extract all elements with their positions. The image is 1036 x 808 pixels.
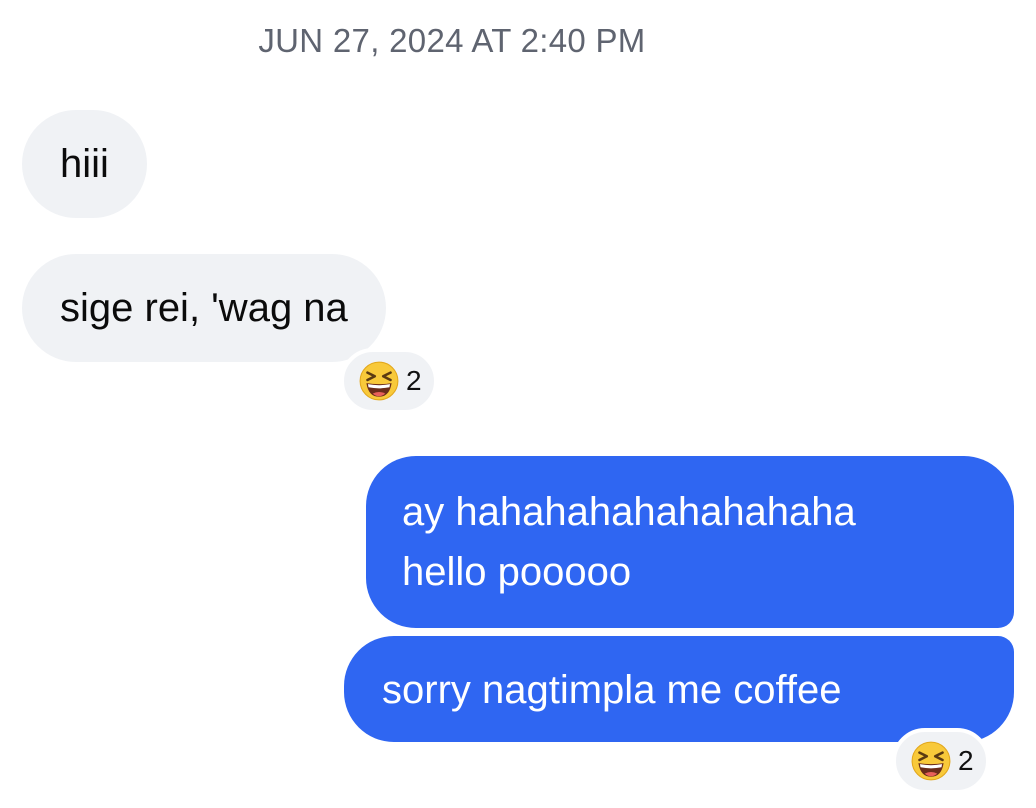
- message-bubble-incoming[interactable]: hiii: [22, 110, 147, 218]
- message-timestamp: JUN 27, 2024 AT 2:40 PM: [258, 22, 646, 59]
- message-bubble-outgoing[interactable]: sorry nagtimpla me coffee: [344, 636, 1014, 742]
- message-bubble-incoming[interactable]: sige rei, 'wag na: [22, 254, 386, 362]
- reaction-badge[interactable]: 2: [340, 348, 438, 414]
- message-bubble-outgoing[interactable]: ay hahahahahahahahaha hello pooooo: [366, 456, 1014, 628]
- message-text: sige rei, 'wag na: [60, 286, 348, 330]
- reaction-count: 2: [406, 365, 422, 396]
- conversation-thread: JUN 27, 2024 AT 2:40 PM hiii sige rei, '…: [0, 0, 1036, 808]
- reaction-badge[interactable]: 2: [892, 728, 990, 794]
- grinning-squinting-face-icon: [359, 361, 399, 401]
- message-text: hiii: [60, 142, 109, 186]
- message-text-line: ay hahahahahahahahaha: [402, 490, 856, 534]
- reaction-count: 2: [958, 745, 974, 776]
- message-text: sorry nagtimpla me coffee: [382, 668, 842, 712]
- grinning-squinting-face-icon: [911, 741, 951, 781]
- message-text-line: hello pooooo: [402, 550, 632, 594]
